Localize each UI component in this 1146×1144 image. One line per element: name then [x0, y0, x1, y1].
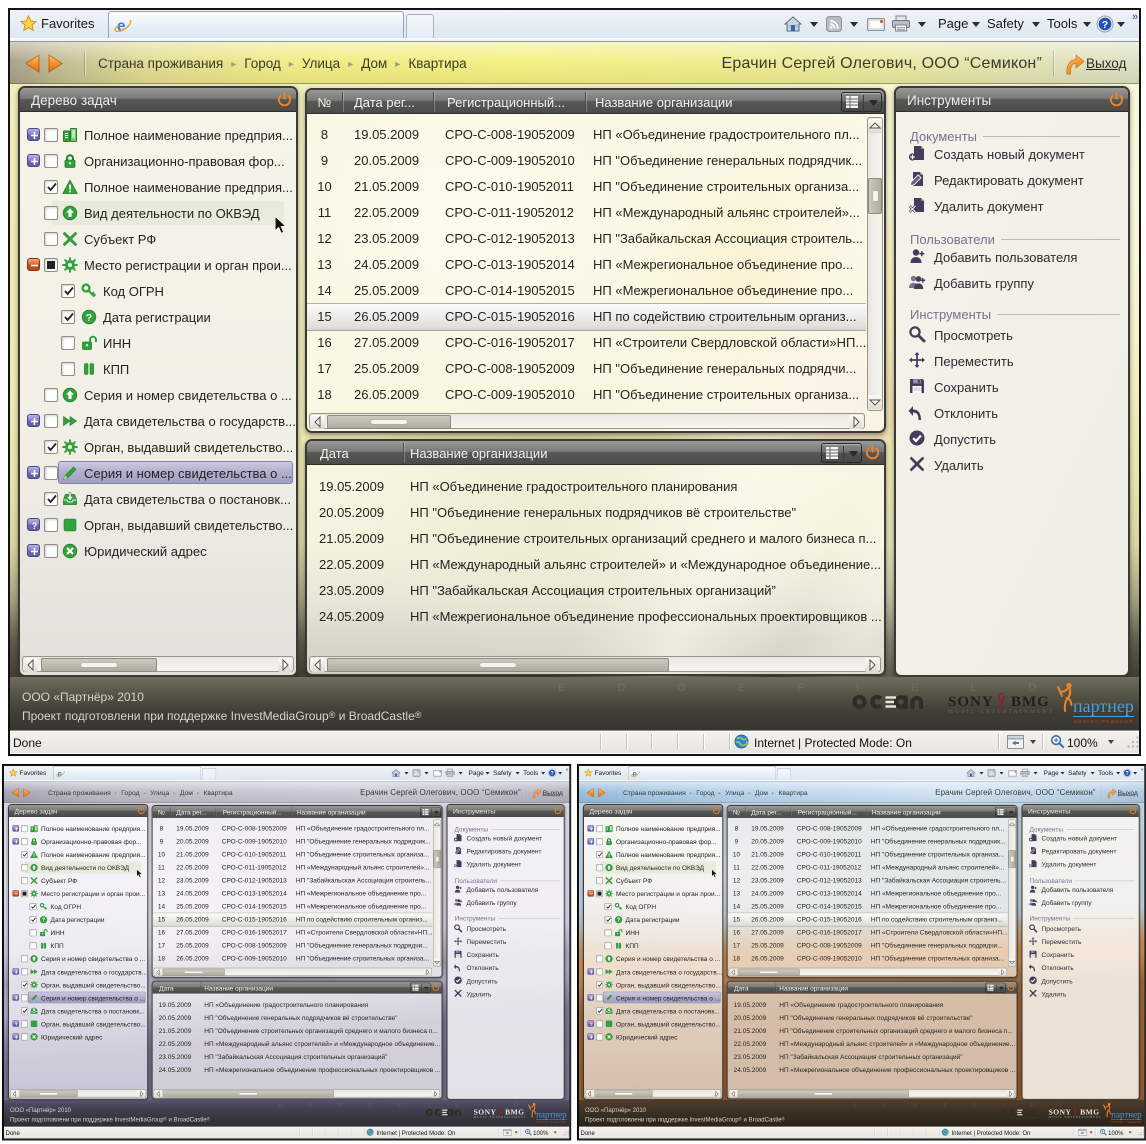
svg-text:ARTIST & BRAND: ARTIST & BRAND [435, 1117, 465, 1120]
svg-text:?: ? [86, 312, 92, 324]
svg-text:?: ? [551, 771, 554, 777]
svg-text:ARTIST & BRAND: ARTIST & BRAND [870, 712, 930, 717]
svg-text:?: ? [1102, 19, 1108, 31]
svg-text:?: ? [617, 918, 620, 924]
svg-text:ARTIST & BRAND: ARTIST & BRAND [1010, 1117, 1040, 1120]
svg-text:?: ? [1126, 771, 1129, 777]
svg-text:?: ? [32, 521, 38, 531]
svg-text:?: ? [15, 1022, 18, 1027]
svg-text:?: ? [590, 1022, 593, 1027]
svg-text:?: ? [42, 918, 45, 924]
